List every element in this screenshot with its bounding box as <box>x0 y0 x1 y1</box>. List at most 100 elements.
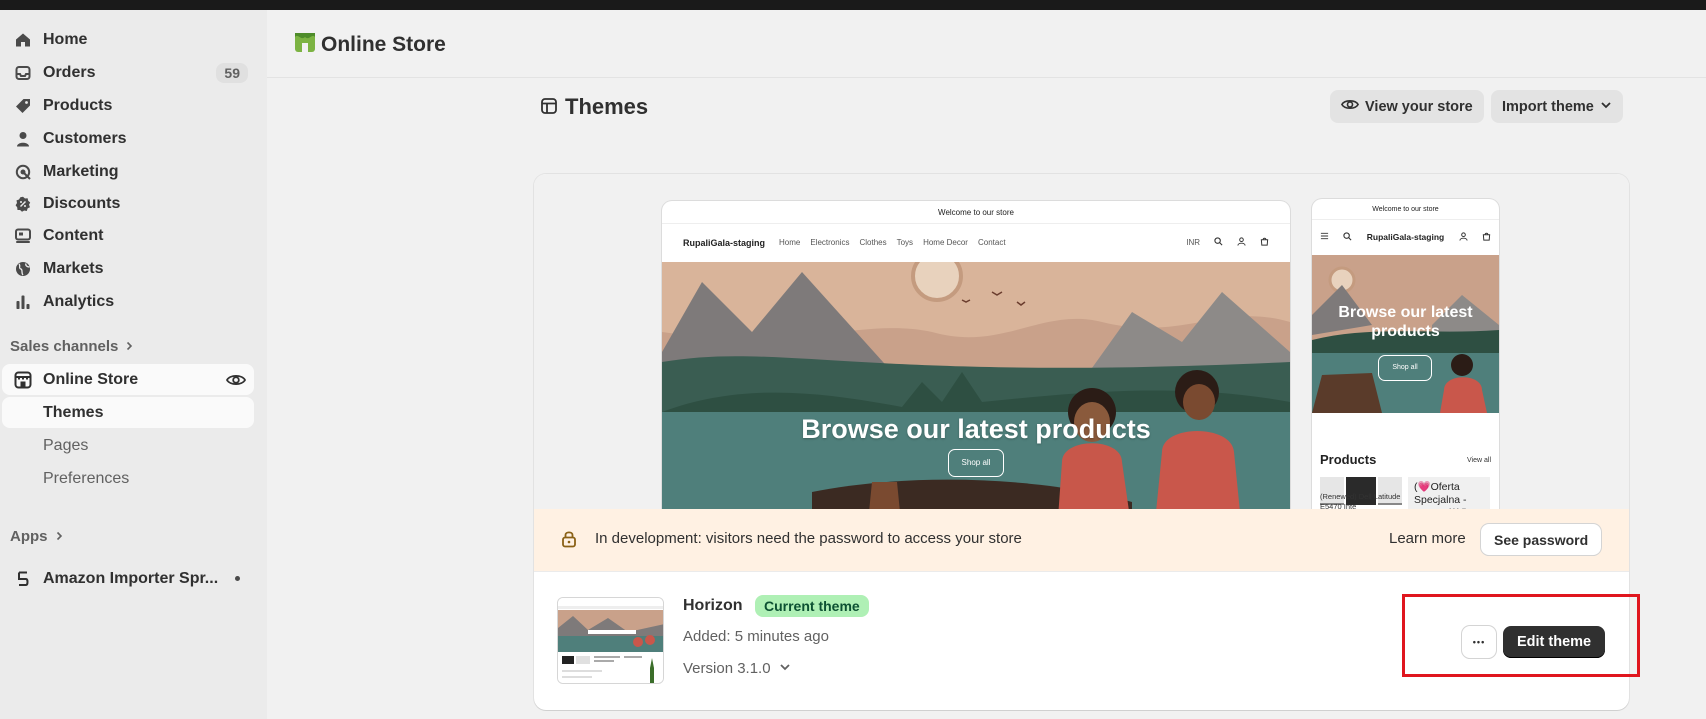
account-icon <box>1237 237 1246 248</box>
mobile-store-nav: RupaliGala-staging <box>1312 220 1499 254</box>
sidebar-item-marketing[interactable]: Marketing <box>2 156 254 187</box>
theme-thumbnail[interactable] <box>557 597 664 684</box>
person-icon <box>14 130 32 148</box>
store-icon <box>14 371 32 389</box>
sidebar-item-markets[interactable]: Markets <box>2 253 254 284</box>
ellipsis-icon: ••• <box>1472 637 1486 647</box>
product-title: (💗Oferta Specjalna - 49% zniżki) Gruby J… <box>1408 477 1490 509</box>
theme-version: Version 3.1.0 <box>683 660 771 677</box>
sidebar-item-label: Content <box>43 226 104 244</box>
content-icon <box>14 227 32 245</box>
chevron-down-icon <box>779 660 791 677</box>
sidebar-item-preferences[interactable]: Preferences <box>2 463 254 494</box>
sidebar-item-customers[interactable]: Customers <box>2 123 254 154</box>
theme-icon <box>541 94 557 120</box>
sidebar-item-label: Pages <box>43 436 89 454</box>
globe-icon <box>14 260 32 278</box>
hero-heading: Browse our latest products <box>801 414 1151 444</box>
import-theme-button[interactable]: Import theme <box>1491 90 1623 123</box>
store-nav-actions: INR <box>1186 237 1269 248</box>
sidebar-item-home[interactable]: Home <box>2 24 254 55</box>
store-nav-item: Contact <box>977 238 1006 247</box>
announcement-bar: Welcome to our store <box>662 201 1290 224</box>
theme-thumbnail-image <box>558 598 663 683</box>
sidebar-item-pages[interactable]: Pages <box>2 430 254 461</box>
target-icon <box>14 163 32 181</box>
theme-version-toggle[interactable]: Version 3.1.0 <box>683 660 791 677</box>
tag-icon <box>14 97 32 115</box>
search-icon <box>1343 231 1352 243</box>
header-title: Online Store <box>293 30 446 60</box>
home-icon <box>14 31 32 49</box>
cart-icon <box>1482 232 1491 243</box>
sidebar-item-label: Customers <box>43 129 127 147</box>
sidebar-item-label: Markets <box>43 259 104 277</box>
view-your-store-button[interactable]: View your store <box>1330 90 1484 123</box>
see-password-button[interactable]: See password <box>1481 524 1602 555</box>
sidebar-item-label: Products <box>43 96 113 114</box>
orders-count-badge: 59 <box>216 62 248 83</box>
chevron-right-icon <box>124 338 134 355</box>
currency-selector: INR <box>1186 238 1200 247</box>
store-nav: RupaliGala-staging Home Electronics Clot… <box>662 224 1290 261</box>
view-all-link: View all <box>1467 457 1491 464</box>
sidebar-item-analytics[interactable]: Analytics <box>2 286 254 317</box>
status-dot <box>235 576 240 581</box>
sidebar-item-label: Online Store <box>43 370 139 388</box>
banner-message: In development: visitors need the passwo… <box>595 530 1022 547</box>
mobile-hero-heading: Browse our latest products <box>1338 304 1473 340</box>
store-brand: RupaliGala-staging <box>683 237 766 248</box>
store-nav-item: Clothes <box>859 238 887 247</box>
chevron-right-icon <box>54 528 64 545</box>
sidebar-item-content[interactable]: Content <box>2 220 254 251</box>
more-actions-button[interactable]: ••• <box>1462 626 1496 658</box>
sidebar-item-label: Themes <box>43 403 104 421</box>
sidebar-item-label: Discounts <box>43 194 121 212</box>
current-theme-row: Horizon Current theme Added: 5 minutes a… <box>534 571 1629 710</box>
sidebar-item-label: Analytics <box>43 292 115 310</box>
store-nav-item: Electronics <box>810 238 850 247</box>
product-title: (Renewed) Dell Latitude E5470 Inte <box>1320 492 1401 509</box>
hero-shop-all-button: Shop all <box>948 449 1004 477</box>
current-theme-badge: Current theme <box>755 595 869 617</box>
inbox-icon <box>14 64 32 82</box>
edit-theme-button[interactable]: Edit theme <box>1503 626 1606 658</box>
sidebar-item-online-store[interactable]: Online Store <box>2 364 254 395</box>
learn-more-link[interactable]: Learn more <box>1389 530 1466 547</box>
theme-preview[interactable]: Welcome to our store RupaliGala-staging … <box>534 174 1629 509</box>
store-brand: RupaliGala-staging <box>1366 232 1445 242</box>
eye-icon[interactable] <box>224 368 248 392</box>
page-header: Online Store <box>267 10 1706 78</box>
account-icon <box>1458 231 1468 243</box>
sidebar: Home Orders 59 Products Customers Market… <box>0 10 267 719</box>
search-icon <box>1214 237 1223 248</box>
page-title: Themes <box>541 94 648 120</box>
sales-channels-heading[interactable]: Sales channels <box>10 338 134 355</box>
lock-icon <box>561 530 577 553</box>
sidebar-item-label: Orders <box>43 63 96 81</box>
development-banner: In development: visitors need the passwo… <box>534 509 1629 571</box>
store-nav-item: Home <box>779 238 801 247</box>
sidebar-item-orders[interactable]: Orders 59 <box>2 57 254 88</box>
theme-name: Horizon <box>683 597 743 614</box>
products-heading: Products <box>1320 452 1377 467</box>
apps-heading[interactable]: Apps <box>10 528 64 545</box>
sidebar-item-label: Amazon Importer Spr... <box>43 569 219 587</box>
sidebar-item-products[interactable]: Products <box>2 90 254 121</box>
eye-icon <box>1340 98 1360 115</box>
announcement-bar: Welcome to our store <box>1312 199 1499 220</box>
sidebar-item-label: Preferences <box>43 469 130 487</box>
mobile-preview: Welcome to our store RupaliGala-staging … <box>1312 199 1499 509</box>
sidebar-item-discounts[interactable]: Discounts <box>2 188 254 219</box>
top-bar <box>0 0 1706 10</box>
theme-card: Welcome to our store RupaliGala-staging … <box>534 174 1629 710</box>
discount-icon <box>14 195 32 213</box>
sidebar-item-amazon-importer[interactable]: Amazon Importer Spr... <box>2 563 254 594</box>
sidebar-item-themes[interactable]: Themes <box>2 397 254 428</box>
mobile-hero-shop-all-button: Shop all <box>1378 355 1432 381</box>
desktop-preview: Welcome to our store RupaliGala-staging … <box>662 201 1290 509</box>
menu-icon <box>1320 232 1329 242</box>
store-nav-item: Toys <box>896 238 914 247</box>
chevron-down-icon <box>1600 99 1612 115</box>
cart-icon <box>1260 237 1269 248</box>
